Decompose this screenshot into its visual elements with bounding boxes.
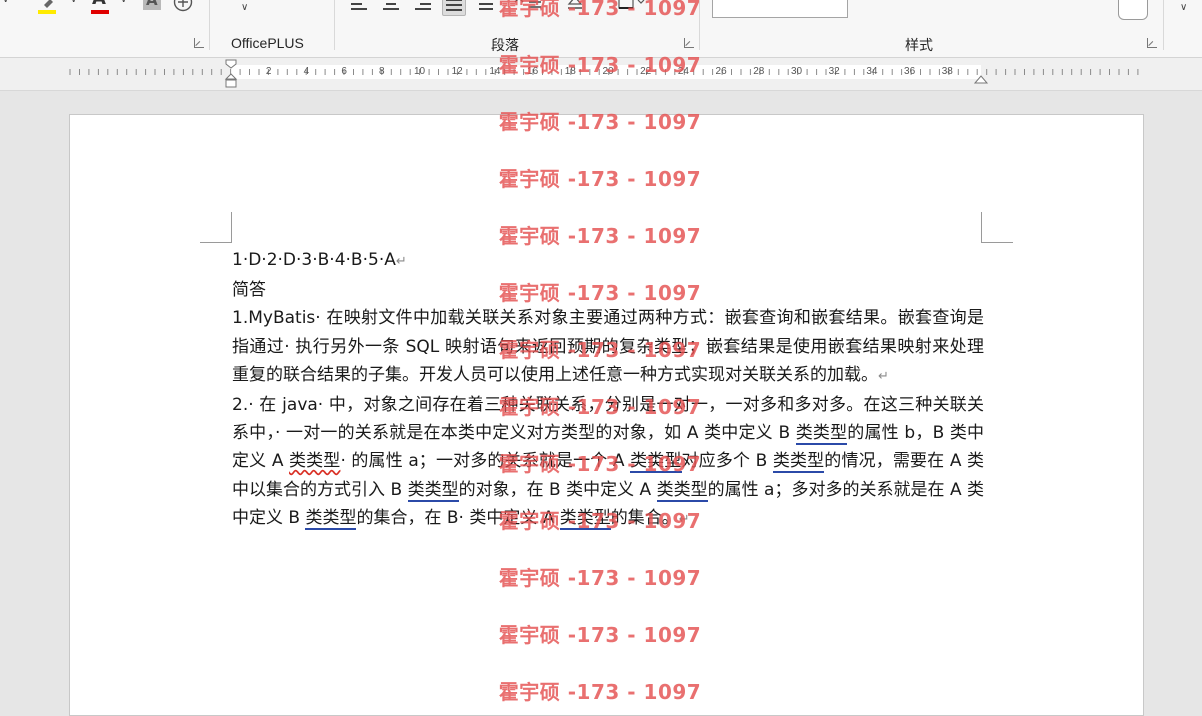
enclose-characters-button[interactable] [173, 0, 193, 12]
ruler-number: 8 [379, 66, 385, 77]
group-separator [699, 0, 700, 50]
style-gallery-more-button[interactable] [1118, 0, 1148, 20]
officeplus-group-label: OfficePLUS [231, 35, 304, 51]
align-left-button[interactable] [348, 0, 370, 14]
crop-mark [981, 242, 1013, 243]
font-color-swatch [91, 10, 109, 14]
font-dialog-launcher-icon[interactable] [194, 38, 204, 48]
justify-button[interactable] [442, 0, 466, 16]
paragraph-dialog-launcher-icon[interactable] [684, 38, 694, 48]
group-separator [209, 0, 210, 50]
align-right-button[interactable] [412, 0, 434, 14]
ruler-number: 32 [828, 66, 840, 77]
ruler-number: 2 [265, 66, 272, 77]
style-gallery-item[interactable] [712, 0, 848, 18]
line-spacing-button[interactable] [513, 0, 543, 10]
shading-letter: A [146, 0, 158, 9]
ruler-number: 10 [413, 66, 426, 77]
ruler-number: 38 [941, 66, 953, 77]
shading-button[interactable] [566, 0, 590, 10]
ruler-number: 20 [602, 66, 614, 77]
styles-group-label: 样式 [905, 37, 933, 53]
font-color-letter: A [92, 0, 106, 9]
grammar-flag[interactable]: 类类型 [630, 451, 682, 474]
subheading: 简答 [232, 280, 266, 301]
borders-button[interactable] [617, 0, 645, 10]
paragraph-mark-icon: ↵ [878, 368, 889, 384]
ruler-number: 14 [489, 66, 501, 77]
group-separator [334, 0, 335, 50]
line-spacing-icon [514, 0, 541, 8]
grammar-flag[interactable]: 类类型 [656, 479, 708, 502]
paragraph-mark-icon: ↵ [395, 254, 407, 269]
paragraph-group-label: 段落 [491, 37, 519, 53]
document-body[interactable]: 1·D·2·D·3·B·4·B·5·A↵ 简答 1.MyBatis· 在映射文件… [232, 246, 984, 534]
styles-dialog-launcher-icon[interactable] [1147, 38, 1157, 48]
font-color-button[interactable]: A [91, 0, 111, 14]
ribbon: ∨ ∨ A ∨ A ∨ OfficePLUS [0, 0, 1202, 58]
ruler-ticks [69, 69, 1139, 75]
grammar-flag[interactable]: 类类型 [559, 507, 611, 530]
grammar-flag[interactable]: 类类型 [407, 479, 459, 502]
paragraph-2: 2.· 在 java· 中，对象之间存在着三种关联关系，分别是一对一，一对多和多… [232, 395, 985, 530]
font-size-chevron-icon[interactable]: ∨ [2, 0, 9, 5]
ruler-number: 22 [640, 66, 652, 77]
ruler-number: 26 [715, 66, 727, 77]
ruler-number: 4 [303, 66, 310, 77]
spelling-flag[interactable]: 类类型 [289, 451, 340, 471]
crop-mark [231, 212, 232, 242]
ruler-number: 34 [866, 66, 878, 77]
font-color-chevron-icon[interactable]: ∨ [120, 0, 127, 5]
answer-line: 1·D·2·D·3·B·4·B·5·A↵ [232, 250, 407, 270]
ruler-number: 18 [564, 66, 576, 77]
ruler-number: 28 [753, 66, 765, 77]
grammar-flag[interactable]: 类类型 [305, 507, 357, 530]
right-indent-marker[interactable] [974, 58, 990, 90]
editing-chevron-icon[interactable]: ∨ [1180, 2, 1187, 13]
ruler-number: 16 [527, 66, 539, 77]
highlight-chevron-icon[interactable]: ∨ [70, 0, 77, 5]
align-center-button[interactable] [380, 0, 402, 14]
distributed-button[interactable] [476, 0, 498, 14]
paragraph-1: 1.MyBatis· 在映射文件中加载关联关系对象主要通过两种方式：嵌套查询和嵌… [232, 308, 984, 385]
first-line-indent-marker[interactable] [224, 58, 240, 90]
character-shading-button[interactable]: A [143, 0, 161, 10]
highlight-color-swatch [38, 10, 56, 14]
crop-mark [200, 242, 232, 243]
officeplus-chevron-icon[interactable]: ∨ [241, 2, 248, 13]
borders-icon [618, 0, 645, 9]
crop-mark [981, 212, 982, 242]
grammar-flag[interactable]: 类类型 [772, 451, 825, 474]
ruler-number: 24 [677, 66, 689, 77]
ruler-number: 12 [451, 66, 463, 77]
ruler-number: 6 [341, 66, 347, 77]
enclose-characters-icon [173, 0, 193, 12]
horizontal-ruler[interactable]: 2 4 6 8 10 12 14 16 18 20 22 24 26 28 30 32 34 36 38 [0, 58, 1202, 91]
ruler-number: 30 [790, 66, 803, 77]
ruler-number: 36 [904, 66, 916, 77]
group-separator [1163, 0, 1164, 50]
shading-icon [567, 0, 583, 9]
paragraph-mark-icon: ↵ [678, 511, 690, 527]
grammar-flag[interactable]: 类类型 [795, 423, 848, 446]
highlight-color-button[interactable] [38, 0, 62, 14]
